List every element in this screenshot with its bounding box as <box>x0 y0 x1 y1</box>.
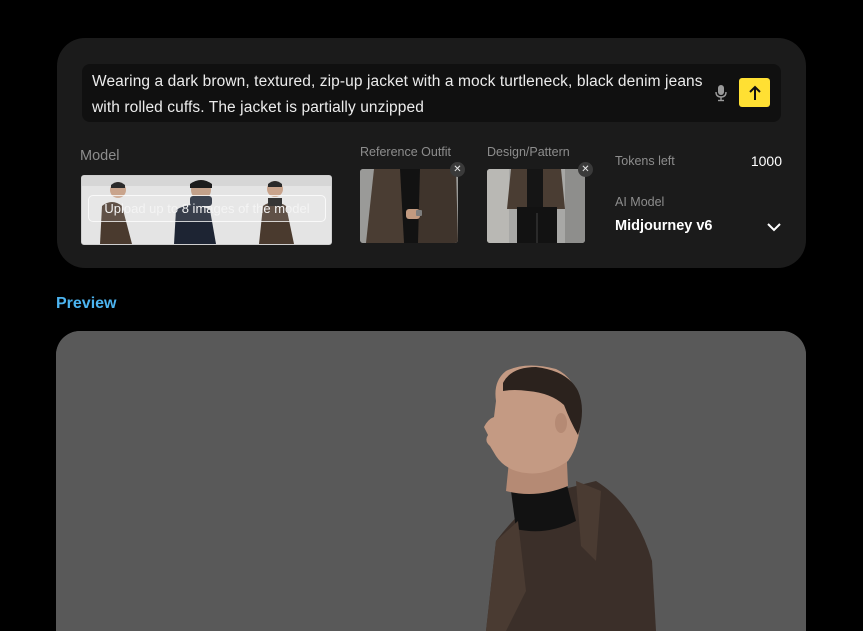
remove-design-pattern-button[interactable]: ✕ <box>578 162 593 177</box>
preview-title: Preview <box>56 295 117 312</box>
preview-image <box>56 331 806 631</box>
reference-outfit-thumbnail[interactable] <box>360 169 458 243</box>
arrow-up-icon <box>748 85 761 100</box>
reference-outfit-label: Reference Outfit <box>360 145 452 159</box>
design-pattern-thumbnail[interactable] <box>487 169 585 243</box>
tokens-left-value: 1000 <box>750 153 782 169</box>
prompt-text[interactable]: Wearing a dark brown, textured, zip-up j… <box>92 69 712 121</box>
design-pattern-image <box>487 169 585 243</box>
ai-model-select[interactable]: Midjourney v6 <box>615 216 781 238</box>
reference-outfit-image <box>360 169 458 243</box>
tokens-left-label: Tokens left <box>615 154 675 168</box>
chevron-down-icon[interactable] <box>767 220 781 234</box>
prompt-input[interactable]: Wearing a dark brown, textured, zip-up j… <box>82 64 781 122</box>
model-label: Model <box>80 148 120 164</box>
design-pattern-label: Design/Pattern <box>487 145 570 159</box>
remove-reference-outfit-button[interactable]: ✕ <box>450 162 465 177</box>
ai-model-label: AI Model <box>615 195 665 209</box>
model-upload-area[interactable]: Upload up to 8 images of the model <box>81 175 332 245</box>
upload-model-images-button[interactable]: Upload up to 8 images of the model <box>88 195 326 222</box>
prompt-panel: Wearing a dark brown, textured, zip-up j… <box>57 38 806 268</box>
preview-area <box>56 331 806 631</box>
mic-icon[interactable] <box>713 84 729 102</box>
send-button[interactable] <box>739 78 770 107</box>
ai-model-value: Midjourney v6 <box>615 218 713 234</box>
